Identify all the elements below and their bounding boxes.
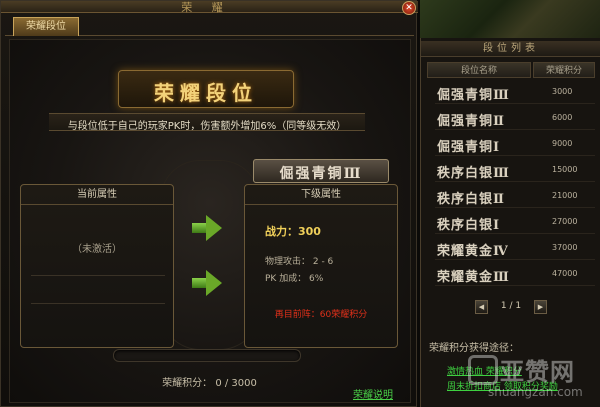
rank-row[interactable]: 荣耀黄金Ⅳ 37000 bbox=[435, 237, 595, 260]
watermark: 亚赞网 bbox=[500, 358, 575, 386]
honor-help-link[interactable]: 荣耀说明 bbox=[353, 386, 393, 401]
rank-row[interactable]: 秩序白银Ⅰ 27000 bbox=[435, 211, 595, 234]
rank-banner-title: 荣耀段位 bbox=[154, 81, 258, 105]
rank-name: 倔强青铜Ⅰ bbox=[437, 140, 501, 155]
column-header-honor-points: 荣耀积分 bbox=[533, 62, 595, 78]
next-rank-name: 倔强青铜Ⅲ bbox=[279, 166, 363, 182]
game-background-scene bbox=[420, 0, 600, 38]
rank-points: 27000 bbox=[552, 217, 578, 226]
close-icon: ✕ bbox=[405, 3, 413, 13]
rank-list-pager: ◀ 1 / 1 ▶ bbox=[475, 300, 547, 314]
power-label: 战力： bbox=[265, 225, 298, 238]
rank-row[interactable]: 秩序白银Ⅲ 15000 bbox=[435, 159, 595, 182]
rank-points: 47000 bbox=[552, 269, 578, 278]
window-titlebar: 荣 耀 bbox=[1, 1, 418, 14]
rank-row[interactable]: 倔强青铜Ⅲ 3000 bbox=[435, 81, 595, 104]
inactive-status: （未激活） bbox=[72, 244, 122, 255]
watermark-logo-icon bbox=[468, 355, 498, 385]
rank-list-title: 段位列表 bbox=[421, 41, 600, 57]
watermark-url: shuangzan.com bbox=[488, 385, 583, 399]
rank-points: 6000 bbox=[552, 113, 573, 122]
rank-points: 9000 bbox=[552, 139, 573, 148]
current-attributes-header: 当前属性 bbox=[21, 185, 173, 205]
rank-row[interactable]: 倔强青铜Ⅰ 9000 bbox=[435, 133, 595, 156]
page-indicator: 1 / 1 bbox=[500, 301, 522, 311]
window-title: 荣 耀 bbox=[181, 1, 231, 14]
arrow-right-icon bbox=[192, 270, 222, 296]
rank-name: 荣耀黄金Ⅲ bbox=[437, 270, 510, 285]
next-rank-cost: 再目前阵：60荣耀积分 bbox=[274, 310, 368, 320]
rank-row[interactable]: 荣耀黄金Ⅲ 47000 bbox=[435, 263, 595, 286]
rank-row[interactable]: 秩序白银Ⅱ 21000 bbox=[435, 185, 595, 208]
tab-strip: 荣耀段位 bbox=[5, 16, 414, 36]
rank-points: 15000 bbox=[552, 165, 578, 174]
current-attributes-panel: 当前属性 （未激活） bbox=[20, 184, 174, 348]
prev-page-button[interactable]: ◀ bbox=[475, 300, 488, 314]
rank-name: 荣耀黄金Ⅳ bbox=[437, 244, 509, 259]
rank-points: 37000 bbox=[552, 243, 578, 252]
tab-honor-rank[interactable]: 荣耀段位 bbox=[13, 17, 79, 36]
chevron-right-icon: ▶ bbox=[537, 303, 544, 311]
rank-description-bar: 与段位低于自己的玩家PK时，伤害额外增加6%（同等级无效） bbox=[49, 113, 365, 132]
power-value: 300 bbox=[298, 225, 321, 238]
divider bbox=[31, 275, 165, 276]
rank-name: 秩序白银Ⅰ bbox=[437, 218, 501, 233]
rank-name: 秩序白银Ⅱ bbox=[437, 192, 505, 207]
next-page-button[interactable]: ▶ bbox=[534, 300, 547, 314]
honor-rank-window: 荣 耀 ✕ 荣耀段位 荣耀段位 与段位低于自己的玩家PK时，伤害额外增加6%（同… bbox=[0, 0, 418, 407]
next-attributes-header: 下级属性 bbox=[245, 185, 397, 205]
rank-row[interactable]: 倔强青铜Ⅱ 6000 bbox=[435, 107, 595, 130]
arrow-right-icon bbox=[192, 215, 222, 241]
rank-name: 秩序白银Ⅲ bbox=[437, 166, 510, 181]
pk-bonus-stat: PK 加成： 6% bbox=[265, 274, 324, 284]
rank-points: 21000 bbox=[552, 191, 578, 200]
rank-banner: 荣耀段位 bbox=[118, 70, 294, 108]
honor-points-progress bbox=[113, 349, 301, 362]
rank-name: 倔强青铜Ⅲ bbox=[437, 88, 510, 103]
rank-description: 与段位低于自己的玩家PK时，伤害额外增加6%（同等级无效） bbox=[67, 121, 347, 132]
next-rank-nameplate: 倔强青铜Ⅲ bbox=[253, 159, 389, 183]
chevron-left-icon: ◀ bbox=[478, 303, 485, 311]
rank-name: 倔强青铜Ⅱ bbox=[437, 114, 505, 129]
column-header-rank-name: 段位名称 bbox=[427, 62, 531, 78]
next-attributes-panel: 下级属性 战力：300 物理攻击： 2 - 6 PK 加成： 6% 再目前阵：6… bbox=[244, 184, 398, 348]
rank-points: 3000 bbox=[552, 87, 573, 96]
power-stat: 战力：300 bbox=[265, 223, 321, 239]
close-button[interactable]: ✕ bbox=[402, 1, 416, 15]
physical-attack-stat: 物理攻击： 2 - 6 bbox=[265, 257, 334, 267]
divider bbox=[31, 303, 165, 304]
